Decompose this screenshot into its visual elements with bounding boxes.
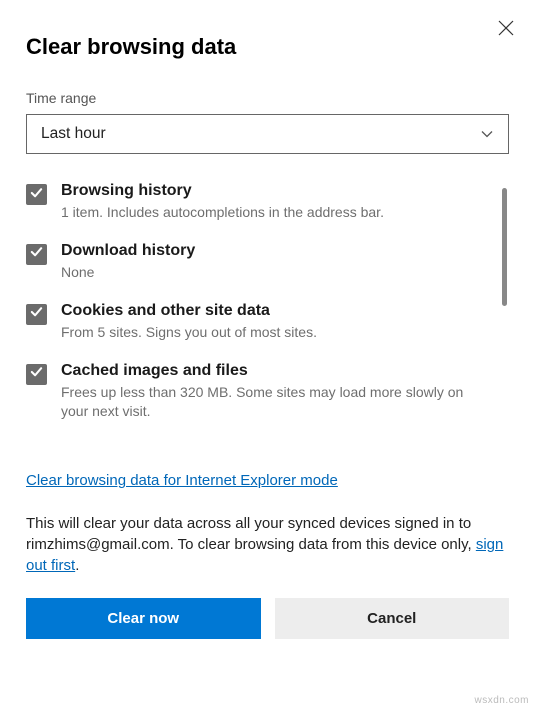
dialog-title: Clear browsing data: [26, 34, 509, 60]
close-button[interactable]: [495, 18, 517, 40]
chevron-down-icon: [480, 127, 494, 141]
option-text: Browsing history 1 item. Includes autocom…: [61, 182, 485, 222]
time-range-value: Last hour: [41, 125, 106, 143]
option-text: Cached images and files Frees up less tha…: [61, 362, 485, 421]
sync-note-suffix: .: [75, 557, 79, 574]
clear-now-button[interactable]: Clear now: [26, 598, 261, 639]
option-row: Browsing history 1 item. Includes autocom…: [26, 182, 485, 222]
button-row: Clear now Cancel: [26, 598, 509, 639]
time-range-select[interactable]: Last hour: [26, 114, 509, 154]
option-title: Download history: [61, 242, 485, 260]
close-icon: [498, 20, 514, 39]
time-range-label: Time range: [26, 90, 509, 106]
checkbox[interactable]: [26, 364, 47, 385]
checkbox[interactable]: [26, 244, 47, 265]
checkbox[interactable]: [26, 304, 47, 325]
check-icon: [29, 244, 44, 264]
check-icon: [29, 185, 44, 205]
watermark: wsxdn.com: [474, 695, 529, 706]
option-title: Cached images and files: [61, 362, 485, 380]
checkbox[interactable]: [26, 184, 47, 205]
option-title: Cookies and other site data: [61, 302, 485, 320]
option-desc: Frees up less than 320 MB. Some sites ma…: [61, 383, 485, 421]
option-row: Cached images and files Frees up less tha…: [26, 362, 485, 421]
check-icon: [29, 304, 44, 324]
cancel-button[interactable]: Cancel: [275, 598, 510, 639]
option-title: Browsing history: [61, 182, 485, 200]
option-row: Cookies and other site data From 5 sites.…: [26, 302, 485, 342]
option-row: Download history None: [26, 242, 485, 282]
option-desc: None: [61, 263, 485, 282]
check-icon: [29, 364, 44, 384]
sync-note: This will clear your data across all you…: [26, 513, 509, 576]
option-desc: From 5 sites. Signs you out of most site…: [61, 323, 485, 342]
options-scroll-area: Browsing history 1 item. Includes autocom…: [26, 182, 509, 454]
option-desc: 1 item. Includes autocompletions in the …: [61, 203, 485, 222]
option-text: Download history None: [61, 242, 485, 282]
scrollbar-thumb[interactable]: [502, 188, 507, 306]
sync-note-text: This will clear your data across all you…: [26, 515, 476, 553]
option-text: Cookies and other site data From 5 sites.…: [61, 302, 485, 342]
ie-mode-link[interactable]: Clear browsing data for Internet Explore…: [26, 472, 338, 489]
